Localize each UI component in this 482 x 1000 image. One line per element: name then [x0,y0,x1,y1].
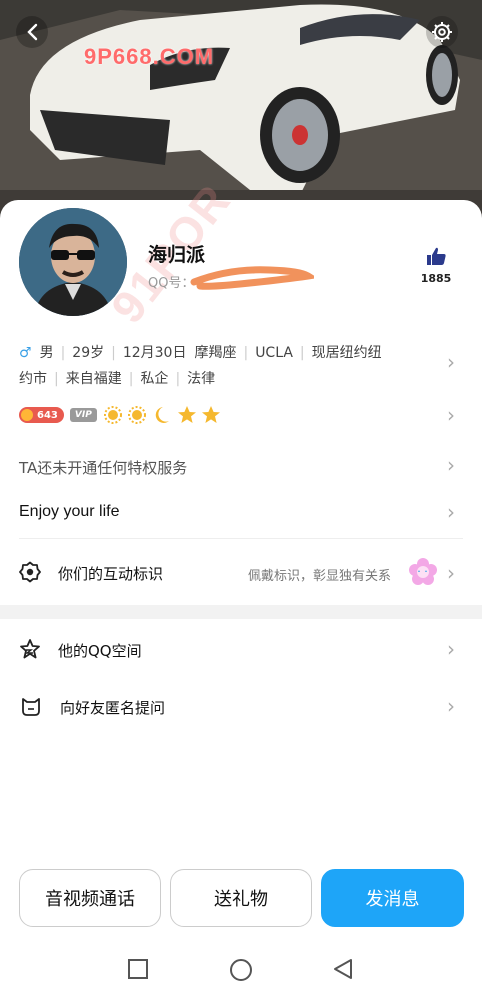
info-birthday: 12月30日 [122,345,187,361]
chevron-right-icon: › [447,350,455,374]
chevron-right-icon: › [447,637,455,661]
avatar[interactable] [19,208,127,316]
star-icon [177,406,196,423]
qq-number-label: QQ号： [148,276,195,291]
info-zodiac: 摩羯座 [194,345,237,361]
info-location-cont: 约市 [19,371,47,387]
info-company: 私企 [140,371,169,387]
like-count: 1885 [420,272,452,285]
back-button[interactable] [16,16,48,48]
home-icon[interactable] [229,958,253,982]
watermark-text: 9P668.COM [84,44,215,69]
settings-button[interactable] [426,16,458,48]
privilege-row[interactable]: TA还未开通任何特权服务 [19,457,187,478]
cover-photo: 9P668.COM [0,0,482,230]
send-message-button[interactable]: 发消息 [321,869,464,927]
like-button[interactable]: 1885 [416,246,456,285]
level-badge: 643 [19,407,64,423]
sun-icon [127,406,146,424]
info-hometown: 来自福建 [65,371,122,387]
chevron-right-icon: › [447,403,455,427]
signature-row[interactable]: Enjoy your life [19,503,120,521]
section-divider [0,605,482,619]
interaction-row[interactable]: 你们的互动标识 [58,563,163,584]
redaction-scribble [190,266,314,290]
star-icon [201,406,220,423]
chevron-right-icon: › [447,453,455,477]
info-sex: 男 [39,345,54,361]
video-call-button[interactable]: 音视频通话 [19,869,161,927]
qzone-row[interactable]: 他的QQ空间 [58,640,142,661]
avatar-image [19,208,127,316]
info-location: 现居纽约纽 [311,345,382,361]
gear-icon [432,22,452,42]
divider-line [19,538,463,539]
vip-badge: VIP [69,408,97,422]
chevron-right-icon: › [447,694,455,718]
coin-icon [21,409,33,421]
interaction-hint: 佩戴标识，彰显独有关系 [248,569,392,584]
sun-icon [103,406,122,424]
info-school: UCLA [255,345,293,361]
male-icon: ♂ [19,345,32,361]
thumbs-up-icon [427,247,446,265]
star-outline-icon [20,639,40,659]
info-age: 29岁 [72,345,105,361]
badge-row[interactable]: 643 VIP [19,405,225,425]
flower-badge-icon [409,558,437,585]
chevron-right-icon: › [447,500,455,524]
moon-icon [155,407,169,423]
badge-icon [19,561,41,583]
level-icons [103,406,220,424]
chevron-right-icon: › [447,561,455,585]
cat-icon [22,698,40,716]
info-industry: 法律 [187,371,216,387]
chevron-left-icon [27,23,38,41]
send-gift-button[interactable]: 送礼物 [170,869,312,927]
anon-question-row[interactable]: 向好友匿名提问 [60,697,165,718]
info-line-1: ♂ 男 | 29岁 | 12月30日 摩羯座 | UCLA | 现居纽约纽 [19,345,382,361]
recent-apps-icon[interactable] [127,958,149,980]
profile-info[interactable]: ♂ 男 | 29岁 | 12月30日 摩羯座 | UCLA | 现居纽约纽 约市 | 来自福建 | 私企 | 法… [19,340,429,392]
back-nav-icon[interactable] [332,958,354,980]
info-line-2: 约市 | 来自福建 | 私企 | 法律 [19,371,216,387]
